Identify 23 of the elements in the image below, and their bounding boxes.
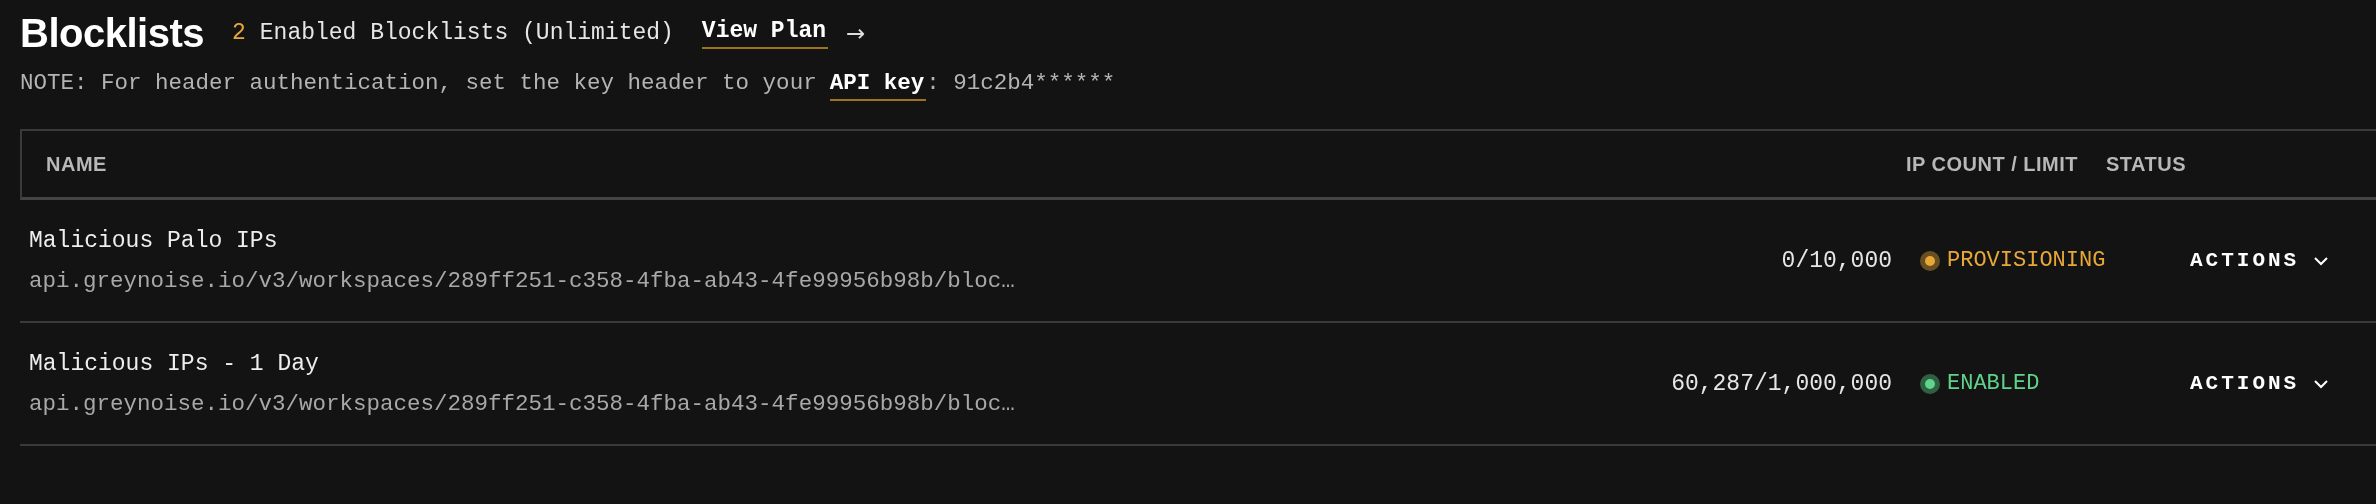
- ip-count: 0/10,000: [1781, 247, 1892, 274]
- api-key-link[interactable]: API key: [829, 70, 927, 101]
- blocklist-name: Malicious Palo IPs: [29, 227, 279, 254]
- actions-button[interactable]: ACTIONS: [2190, 368, 2376, 399]
- blocklist-summary: Enabled Blocklists (Unlimited): [259, 20, 674, 46]
- column-header: IP COUNT / LIMIT: [1905, 152, 2078, 176]
- page-title: Blocklists: [20, 10, 204, 56]
- api-key-value: : 91c2b4******: [926, 70, 1116, 96]
- blocklist-url: api.greynoise.io/v3/workspaces/289ff251-c358-4fba-ab43-4fe99956b98b/bloc…: [29, 267, 1016, 294]
- actions-button[interactable]: ACTIONS: [2190, 245, 2376, 276]
- column-header: STATUS: [2106, 152, 2187, 176]
- chevron-down-icon: [2313, 255, 2330, 266]
- arrow-icon: →: [846, 20, 866, 46]
- blocklist-count: 2: [231, 20, 246, 46]
- status-label: PROVISIONING: [1947, 248, 2106, 273]
- view-plan-link[interactable]: View Plan: [701, 17, 829, 49]
- note-text: NOTE: For header authentication, set the key header to your: [20, 70, 817, 96]
- column-header: NAME: [46, 152, 107, 176]
- blocklist-url: api.greynoise.io/v3/workspaces/289ff251-c358-4fba-ab43-4fe99956b98b/bloc…: [29, 390, 1016, 417]
- ip-count: 60,287/1,000,000: [1671, 370, 1892, 397]
- blocklist-name: Malicious IPs - 1 Day: [29, 350, 320, 377]
- chevron-down-icon: [2313, 378, 2330, 389]
- status-label: ENABLED: [1947, 371, 2040, 396]
